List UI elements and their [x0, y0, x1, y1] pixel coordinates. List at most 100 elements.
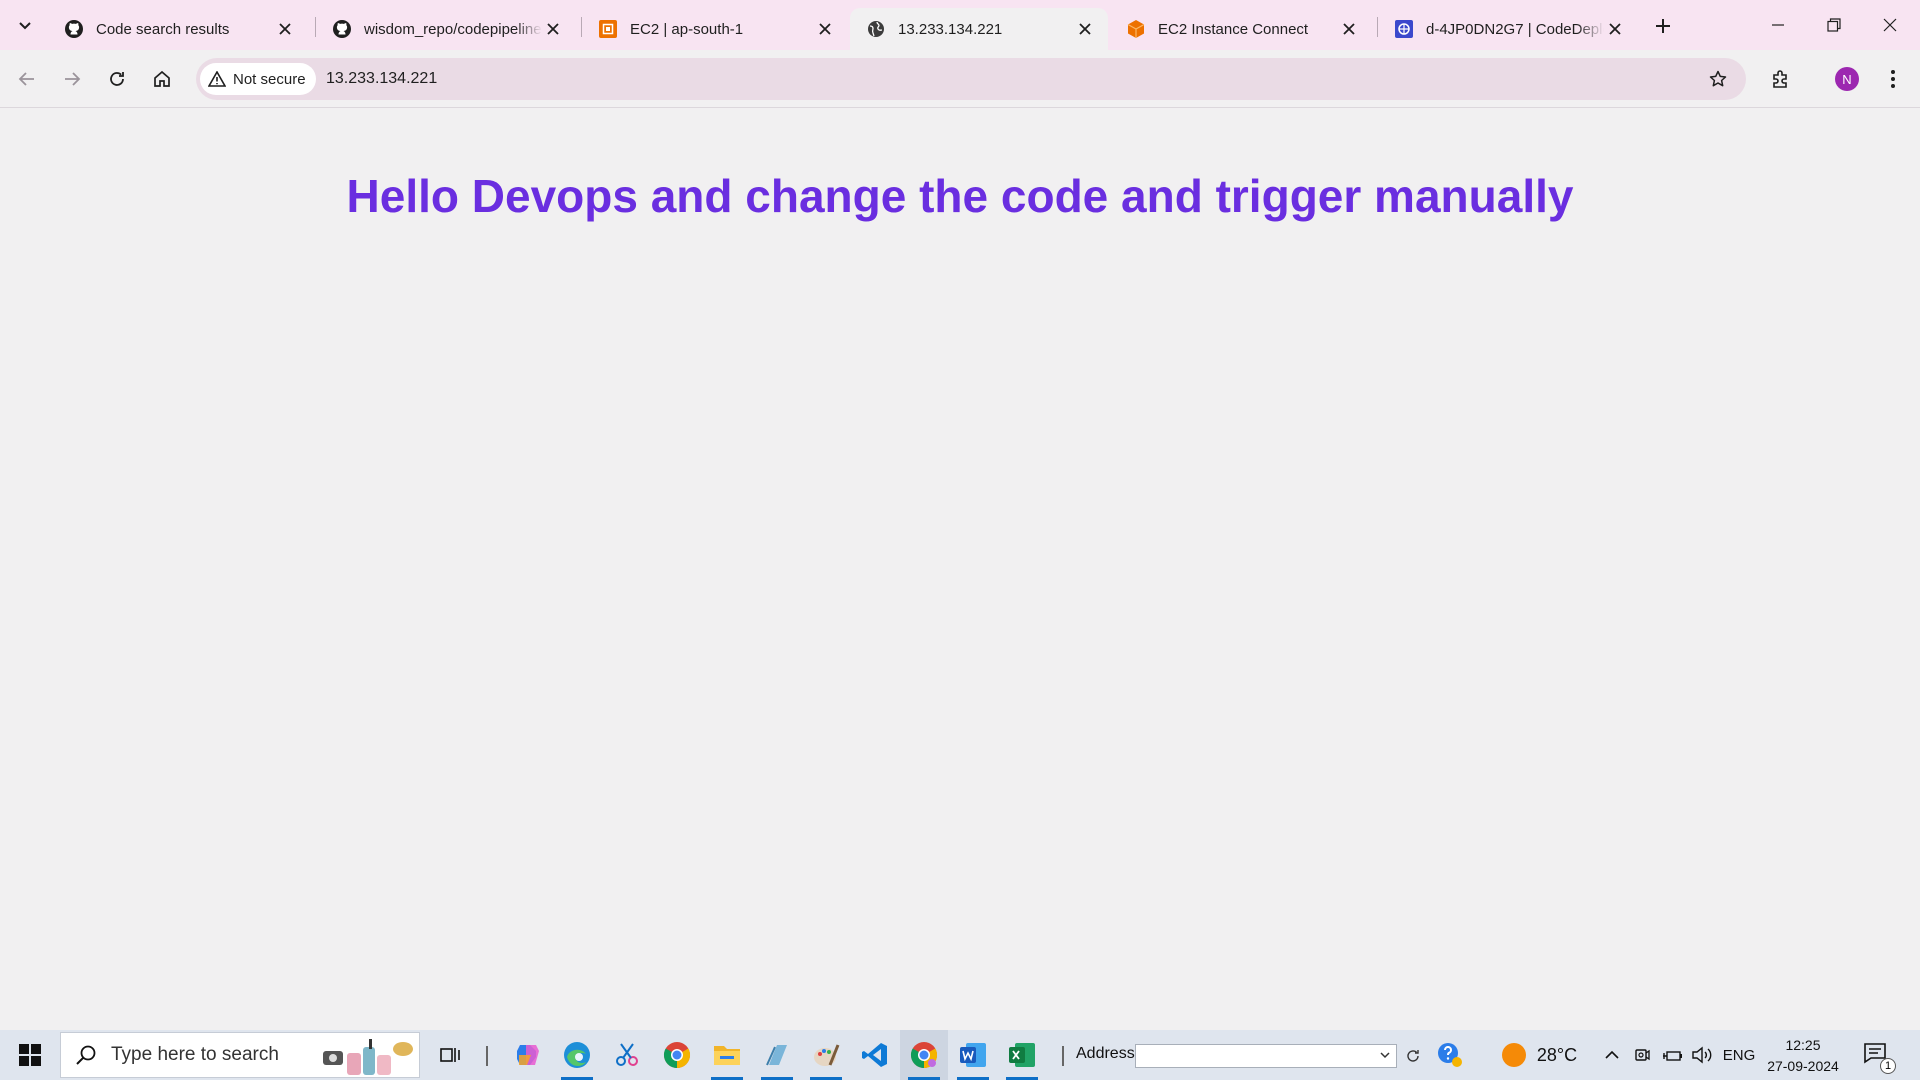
start-button[interactable] — [0, 1030, 60, 1080]
taskbar-copilot[interactable] — [504, 1030, 552, 1080]
volume-button[interactable] — [1688, 1030, 1716, 1080]
forward-button[interactable] — [55, 62, 89, 96]
web-page: Hello Devops and change the code and tri… — [0, 109, 1920, 1030]
taskbar-paint[interactable] — [802, 1030, 850, 1080]
document-app-icon — [766, 1045, 787, 1066]
address-toolbar-input[interactable] — [1135, 1044, 1397, 1068]
extensions-button[interactable] — [1764, 62, 1798, 96]
task-view-button[interactable] — [426, 1030, 474, 1080]
scissors-icon — [616, 1043, 638, 1066]
taskbar-chrome[interactable] — [653, 1030, 701, 1080]
chrome-icon — [663, 1042, 691, 1069]
reload-button[interactable] — [100, 62, 134, 96]
taskbar-chrome-active[interactable] — [900, 1030, 948, 1080]
site-security-chip[interactable]: Not secure — [200, 63, 316, 95]
show-hidden-icons-button[interactable] — [1600, 1030, 1624, 1080]
notification-center-button[interactable]: 1 — [1862, 1040, 1896, 1074]
profile-button[interactable]: N — [1830, 62, 1864, 96]
tab-codedeploy[interactable]: d-4JP0DN2G7 | CodeDeploy — [1378, 8, 1638, 50]
search-placeholder: Type here to search — [111, 1044, 279, 1065]
tab-active-site[interactable]: 13.233.134.221 — [850, 8, 1108, 50]
reload-icon — [1407, 1050, 1419, 1062]
tab-title: Code search results — [96, 20, 230, 38]
close-icon[interactable] — [1604, 18, 1626, 40]
github-icon — [332, 19, 352, 39]
search-icon — [61, 1044, 111, 1066]
task-view-icon — [440, 1048, 460, 1062]
tab-codepipeline-repo[interactable]: wisdom_repo/codepipeline — [316, 8, 576, 50]
tab-ec2-console[interactable]: EC2 | ap-south-1 — [582, 8, 848, 50]
search-highlight-icon — [323, 1039, 413, 1075]
avatar: N — [1835, 67, 1859, 91]
bookmark-button[interactable] — [1702, 63, 1734, 95]
aws-codedeploy-icon — [1394, 19, 1414, 39]
chevron-down-icon — [19, 22, 31, 30]
tab-title: 13.233.134.221 — [898, 20, 1003, 38]
minimize-icon — [1772, 24, 1784, 26]
close-icon[interactable] — [542, 18, 564, 40]
taskbar-separator — [486, 1046, 488, 1066]
weather-widget[interactable]: 28°C — [1494, 1030, 1584, 1080]
close-window-button[interactable] — [1862, 0, 1918, 50]
weather-temperature: 28°C — [1536, 1044, 1578, 1065]
taskbar-app-sheets[interactable] — [753, 1030, 801, 1080]
clock-date: 27-09-2024 — [1767, 1058, 1839, 1074]
taskbar-edge[interactable] — [553, 1030, 601, 1080]
excel-icon — [1009, 1043, 1035, 1067]
notification-count-badge: 1 — [1880, 1058, 1896, 1074]
new-tab-button[interactable] — [1648, 11, 1678, 41]
tab-title: wisdom_repo/codepipeline — [364, 20, 542, 38]
minimize-button[interactable] — [1750, 0, 1806, 50]
taskbar-word[interactable] — [949, 1030, 997, 1080]
taskbar-search-box[interactable]: Type here to search — [60, 1032, 420, 1078]
restore-button[interactable] — [1806, 0, 1862, 50]
reload-icon — [110, 72, 124, 86]
tab-search-button[interactable] — [8, 8, 42, 42]
taskbar-vscode[interactable] — [851, 1030, 899, 1080]
tab-title: EC2 | ap-south-1 — [630, 20, 744, 38]
windows-logo-icon — [19, 1044, 41, 1066]
help-icon — [1438, 1043, 1462, 1067]
globe-icon — [866, 19, 886, 39]
tab-code-search[interactable]: Code search results — [48, 8, 308, 50]
taskbar-snipping-tool[interactable] — [603, 1030, 651, 1080]
taskbar-separator — [1062, 1046, 1064, 1066]
clock-time: 12:25 — [1785, 1037, 1821, 1053]
aws-ec2-icon — [598, 19, 618, 39]
home-button[interactable] — [145, 62, 179, 96]
restore-icon — [1827, 18, 1841, 32]
plus-icon — [1656, 19, 1670, 33]
paint-icon — [814, 1044, 840, 1066]
more-vertical-icon — [1891, 70, 1895, 88]
close-icon[interactable] — [1074, 18, 1096, 40]
close-icon — [1883, 18, 1897, 32]
tab-strip: Code search results wisdom_repo/codepipe… — [0, 0, 1920, 50]
tab-ec2-instance-connect[interactable]: EC2 Instance Connect — [1110, 8, 1372, 50]
back-button[interactable] — [10, 62, 44, 96]
language-indicator: ENG — [1722, 1046, 1756, 1064]
address-bar[interactable]: Not secure 13.233.134.221 — [196, 58, 1746, 100]
arrow-right-icon — [65, 72, 81, 86]
taskbar-file-explorer[interactable] — [703, 1030, 751, 1080]
address-toolbar-label: Address — [1076, 1045, 1135, 1062]
home-icon — [154, 70, 170, 87]
speaker-icon — [1692, 1046, 1712, 1064]
taskbar-clock[interactable]: 12:25 27-09-2024 — [1760, 1035, 1846, 1077]
input-language-button[interactable]: ENG — [1720, 1030, 1758, 1080]
puzzle-icon — [1773, 70, 1787, 88]
taskbar-excel[interactable] — [998, 1030, 1046, 1080]
close-icon[interactable] — [814, 18, 836, 40]
network-battery-button[interactable] — [1658, 1030, 1686, 1080]
page-heading: Hello Devops and change the code and tri… — [346, 170, 1574, 222]
security-label: Not secure — [233, 70, 306, 88]
tab-title: EC2 Instance Connect — [1158, 20, 1309, 38]
close-icon[interactable] — [1338, 18, 1360, 40]
address-refresh-button[interactable] — [1400, 1043, 1426, 1069]
camera-icon — [1635, 1049, 1650, 1061]
url-text[interactable]: 13.233.134.221 — [326, 70, 437, 88]
warning-icon — [208, 71, 226, 87]
help-tray-button[interactable] — [1432, 1030, 1468, 1080]
close-icon[interactable] — [274, 18, 296, 40]
browser-menu-button[interactable] — [1876, 62, 1910, 96]
meet-now-button[interactable] — [1628, 1030, 1656, 1080]
